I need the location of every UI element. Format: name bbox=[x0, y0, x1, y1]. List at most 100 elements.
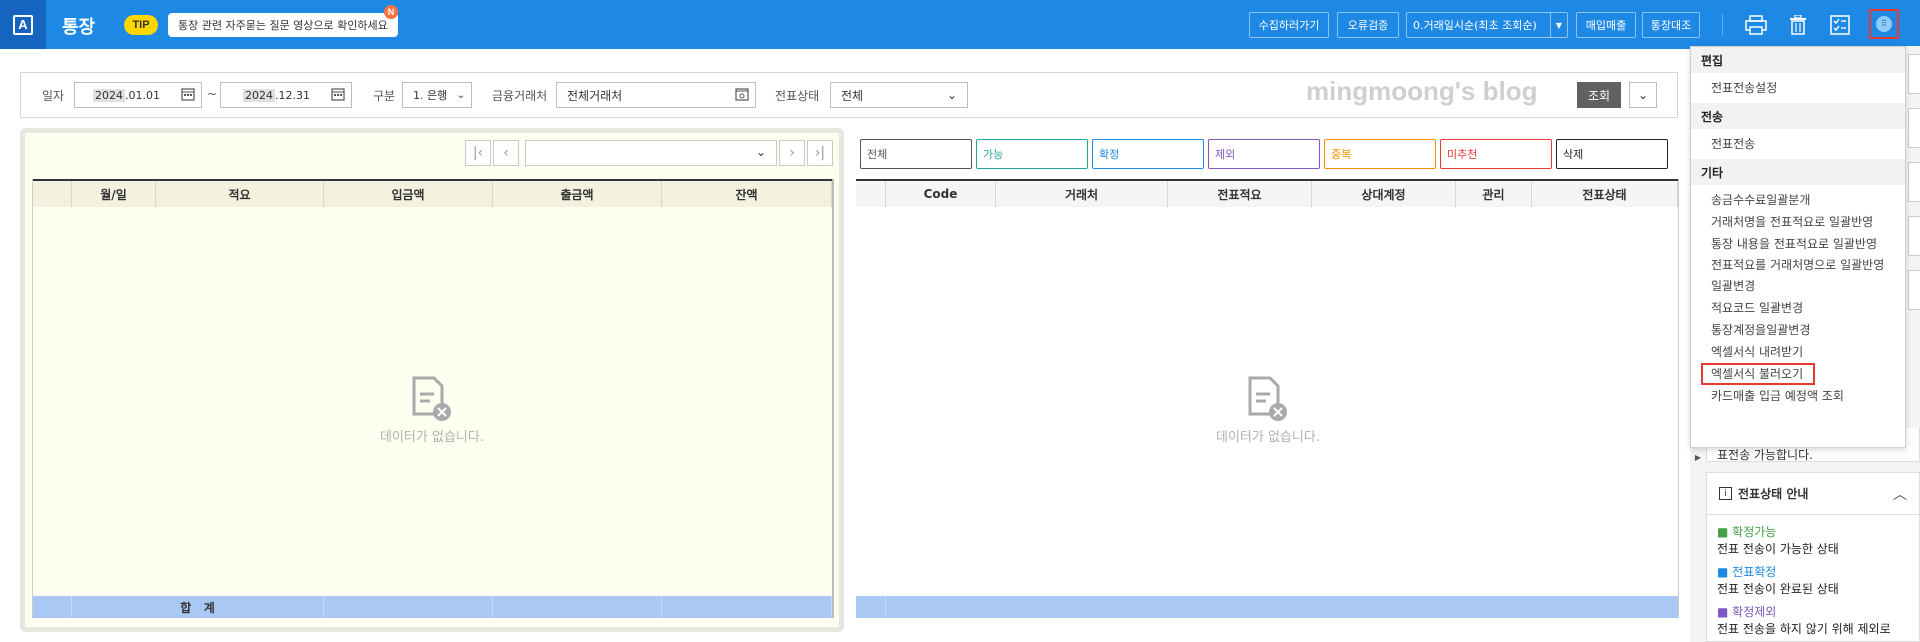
col-header[interactable]: 월/일 bbox=[72, 181, 156, 207]
filter-all[interactable]: 전체 bbox=[860, 139, 972, 169]
state-square-icon: ■ bbox=[1717, 565, 1733, 579]
calendar-icon[interactable] bbox=[331, 87, 345, 104]
row-selector-header[interactable] bbox=[856, 181, 886, 207]
last-page-icon: ›| bbox=[814, 145, 826, 161]
print-icon[interactable] bbox=[1743, 12, 1769, 38]
state-desc: 전표 전송이 가능한 상태 bbox=[1717, 542, 1839, 556]
right-grid-footer bbox=[856, 596, 1678, 618]
status-select[interactable]: 전체 ⌄ bbox=[830, 82, 968, 108]
filter-label: 제외 bbox=[1215, 148, 1236, 161]
logo-letter: A bbox=[13, 14, 33, 35]
menu-item-summary-code-change[interactable]: 적요코드 일괄변경 bbox=[1691, 297, 1905, 319]
col-header[interactable]: Code bbox=[886, 181, 996, 207]
trash-icon[interactable] bbox=[1785, 12, 1811, 38]
menu-item-account-change[interactable]: 통장계정을일괄변경 bbox=[1691, 319, 1905, 341]
menu-item-excel-download[interactable]: 엑셀서식 내려받기 bbox=[1691, 341, 1905, 363]
purchase-sales-button[interactable]: 매입매출 bbox=[1576, 12, 1636, 38]
state-name: ■ 전표확정 bbox=[1717, 563, 1919, 580]
col-header[interactable]: 거래처 bbox=[996, 181, 1168, 207]
menu-item-excel-upload[interactable]: 엑셀서식 불러오기 bbox=[1691, 363, 1905, 385]
menu-item-summary-to-partner[interactable]: 전표적요를 거래처명으로 일괄반영 bbox=[1691, 255, 1905, 275]
col-header[interactable]: 입금액 bbox=[324, 181, 493, 207]
type-label: 구분 bbox=[373, 89, 396, 103]
grid-border bbox=[32, 179, 33, 618]
more-dots-icon: ⠿ bbox=[1876, 16, 1892, 32]
search-button[interactable]: 조회 bbox=[1577, 82, 1621, 108]
right-empty-state: 데이터가 없습니다. bbox=[1198, 376, 1338, 445]
date-to-rest: .12.31 bbox=[275, 88, 310, 102]
lookup-icon[interactable] bbox=[735, 87, 749, 104]
page-title: 통장 bbox=[62, 17, 96, 38]
menu-item-card-deposit[interactable]: 카드매출 입금 예정액 조회 bbox=[1691, 385, 1905, 407]
date-from-rest: .01.01 bbox=[125, 88, 160, 102]
row-selector-header[interactable] bbox=[32, 181, 72, 207]
col-header[interactable]: 전표상태 bbox=[1532, 181, 1678, 207]
calendar-icon[interactable] bbox=[181, 87, 195, 104]
state-square-icon: ■ bbox=[1717, 605, 1733, 619]
filter-excluded[interactable]: 제외 bbox=[1208, 139, 1320, 169]
verify-button[interactable]: 오류검증 bbox=[1337, 12, 1399, 38]
sort-dropdown-label: 0.거래일시순(최초 조회순) bbox=[1413, 19, 1537, 32]
reconcile-button[interactable]: 통장대조 bbox=[1642, 12, 1700, 38]
next-page-button[interactable]: › bbox=[779, 140, 805, 166]
filter-not-recommended[interactable]: 미추천 bbox=[1440, 139, 1552, 169]
col-header[interactable]: 잔액 bbox=[662, 181, 832, 207]
expand-search-button[interactable]: ⌄ bbox=[1629, 82, 1657, 108]
app-logo[interactable]: A bbox=[0, 0, 46, 49]
col-header[interactable]: 상대계정 bbox=[1312, 181, 1456, 207]
menu-item-partner-to-summary[interactable]: 거래처명을 전표적요로 일괄반영 bbox=[1691, 211, 1905, 233]
sort-dropdown[interactable]: 0.거래일시순(최초 조회순) bbox=[1406, 12, 1554, 38]
prev-page-button[interactable]: ‹ bbox=[493, 140, 519, 166]
menu-item-voucher-settings[interactable]: 전표전송설정 bbox=[1691, 73, 1905, 103]
filter-label: 가능 bbox=[983, 148, 1004, 161]
date-label: 일자 bbox=[42, 89, 65, 103]
state-name-text: 확정제외 bbox=[1732, 605, 1777, 619]
fin-partner-label: 금융거래처 bbox=[492, 89, 548, 103]
menu-section-etc: 기타 bbox=[1691, 159, 1905, 185]
menu-item-bank-to-summary[interactable]: 통장 내용을 전표적요로 일괄반영 bbox=[1691, 233, 1905, 255]
state-guide-header[interactable]: i 전표상태 안내 ︿ bbox=[1707, 473, 1919, 515]
state-desc: 전표 전송을 하지 않기 위해 제외로 bbox=[1717, 622, 1891, 636]
grid-border bbox=[1678, 179, 1679, 618]
type-select[interactable]: 1. 은행 ⌄ bbox=[402, 82, 472, 108]
more-menu-icon[interactable]: ⠿ bbox=[1869, 9, 1899, 39]
col-header[interactable]: 출금액 bbox=[493, 181, 662, 207]
filter-label: 확정 bbox=[1099, 148, 1120, 161]
filter-possible[interactable]: 가능 bbox=[976, 139, 1088, 169]
date-from-field[interactable]: 2024.01.01 bbox=[74, 82, 202, 108]
date-to-field[interactable]: 2024.12.31 bbox=[220, 82, 352, 108]
page-select[interactable]: ⌄ bbox=[525, 140, 777, 166]
filter-deleted[interactable]: 삭제 bbox=[1556, 139, 1668, 169]
fin-partner-field[interactable]: 전체거래처 bbox=[556, 82, 756, 108]
type-value: 1. 은행 bbox=[413, 89, 448, 102]
state-name: ■ 확정제외 bbox=[1717, 603, 1919, 620]
tip-badge[interactable]: TIP bbox=[124, 15, 158, 35]
col-header[interactable]: 전표적요 bbox=[1168, 181, 1312, 207]
left-empty-state: 데이터가 없습니다. bbox=[362, 376, 502, 445]
sort-dropdown-toggle[interactable]: ▼ bbox=[1550, 12, 1568, 38]
chevron-down-icon: ⌄ bbox=[946, 88, 957, 102]
footer-cell bbox=[662, 596, 832, 618]
top-bar: A 통장 TIP 통장 관련 자주묻는 질문 영상으로 확인하세요 N 수집하러… bbox=[0, 0, 1920, 49]
checklist-icon[interactable] bbox=[1827, 12, 1853, 38]
menu-item-fee-split[interactable]: 송금수수료일괄분개 bbox=[1691, 189, 1905, 211]
col-header[interactable]: 관리 bbox=[1456, 181, 1532, 207]
collapse-arrow-icon[interactable]: ▶ bbox=[1690, 448, 1706, 466]
footer-cell bbox=[324, 596, 493, 618]
state-name-text: 전표확정 bbox=[1732, 565, 1777, 579]
menu-item-batch-change[interactable]: 일괄변경 bbox=[1691, 275, 1905, 297]
first-page-button[interactable]: |‹ bbox=[465, 140, 491, 166]
last-page-button[interactable]: ›| bbox=[807, 140, 833, 166]
empty-message: 데이터가 없습니다. bbox=[380, 430, 484, 445]
col-header[interactable]: 적요 bbox=[156, 181, 324, 207]
filter-confirmed[interactable]: 확정 bbox=[1092, 139, 1204, 169]
footer-cell bbox=[886, 596, 1678, 618]
filter-duplicate[interactable]: 중복 bbox=[1324, 139, 1436, 169]
collect-button[interactable]: 수집하러가기 bbox=[1249, 12, 1329, 38]
tip-link[interactable]: 통장 관련 자주묻는 질문 영상으로 확인하세요 bbox=[168, 13, 398, 37]
state-square-icon: ■ bbox=[1717, 525, 1733, 539]
left-grid-footer: 합 계 bbox=[32, 596, 832, 618]
menu-section-edit: 편집 bbox=[1691, 47, 1905, 73]
menu-item-send-voucher[interactable]: 전표전송 bbox=[1691, 129, 1905, 159]
right-grid-header: Code 거래처 전표적요 상대계정 관리 전표상태 bbox=[856, 179, 1678, 207]
